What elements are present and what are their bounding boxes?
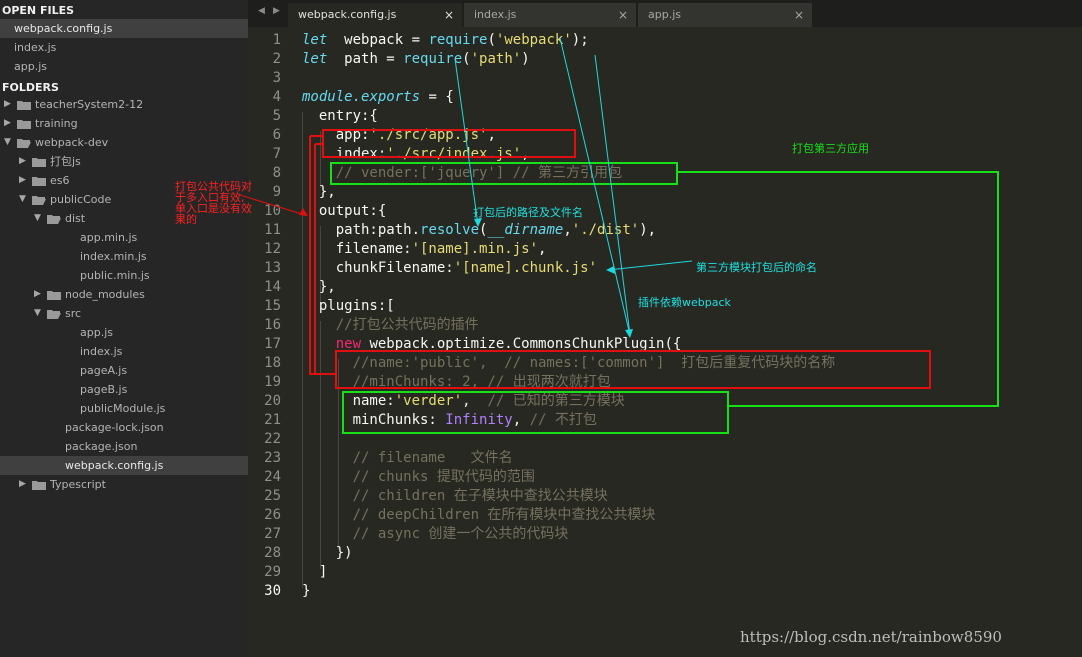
annotation-box-entry: [322, 129, 576, 158]
annotation-bracket: [309, 135, 336, 375]
annotation-box-verder: [342, 391, 729, 434]
watermark: https://blog.csdn.net/rainbow8590: [740, 628, 1002, 646]
annotation-red-note: 打包公共代码对 于多入口有效, 单入口是没有效 果的: [175, 180, 252, 226]
arrowhead: [606, 266, 615, 274]
annotation-arrow-plugin: [559, 37, 631, 336]
annotation-arrow-output: [454, 58, 479, 226]
annotation-output-path: 打包后的路径及文件名: [473, 206, 583, 219]
annotation-box-vender: [330, 162, 678, 185]
arrowhead: [474, 218, 482, 227]
arrowhead: [625, 329, 633, 338]
annotation-third-party-app: 打包第三方应用: [792, 142, 869, 155]
annotation-arrow-plugin-2: [594, 54, 631, 336]
annotation-box-commented-opts: [335, 350, 931, 389]
annotation-plugin-dep: 插件依赖webpack: [638, 296, 731, 309]
annotation-chunk-name: 第三方模块打包后的命名: [696, 261, 817, 274]
annotation-connector-green: [677, 171, 999, 407]
arrowhead: [299, 208, 308, 216]
annotation-overlay: [239, 37, 999, 434]
